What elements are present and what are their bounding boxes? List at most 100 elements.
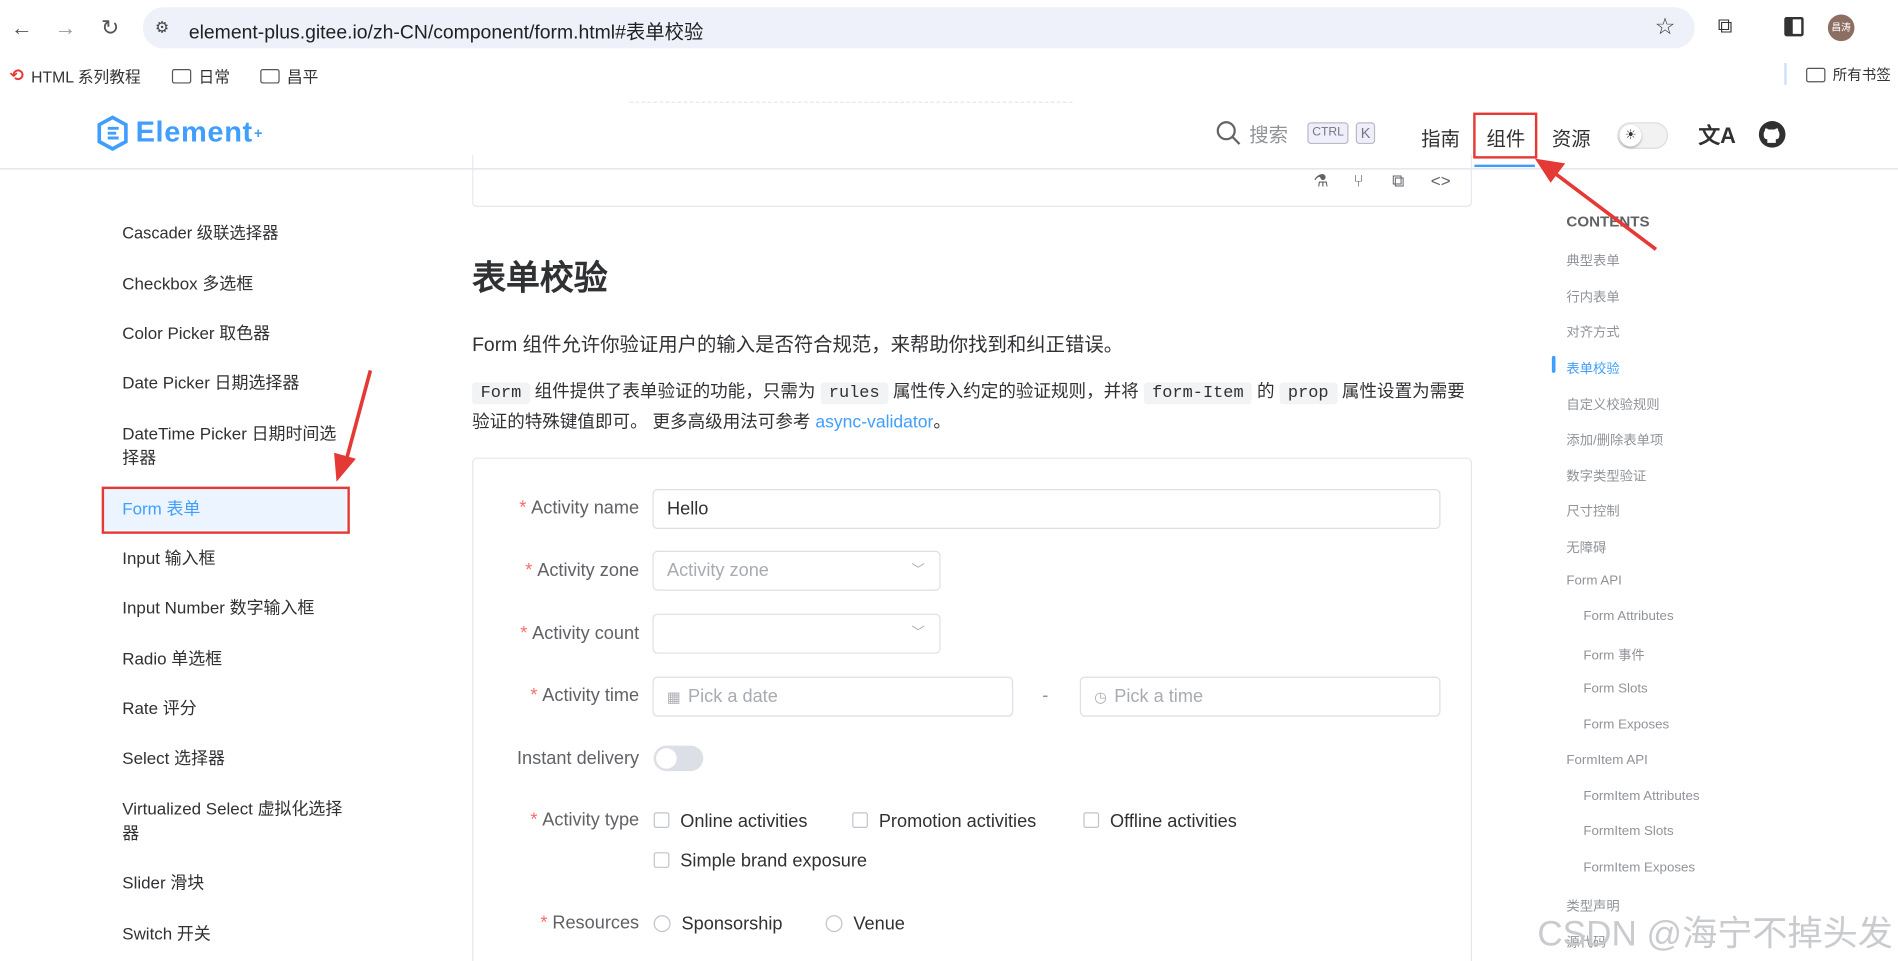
bookmark-folder-daily[interactable]: 日常 — [171, 64, 231, 87]
bookmark-label: HTML 系列教程 — [31, 67, 141, 86]
sidebar-item-cascader[interactable]: Cascader 级联选择器 — [122, 222, 346, 246]
sidebar-item-input-number[interactable]: Input Number 数字输入框 — [122, 596, 346, 620]
sidebar-item-select[interactable]: Select 选择器 — [122, 746, 346, 770]
label-activity-name: * Activity name — [519, 497, 640, 519]
sidebar-item-slider[interactable]: Slider 滑块 — [122, 870, 346, 894]
checkbox-label: Online activities — [680, 811, 808, 832]
toc-item[interactable]: Form Attributes — [1583, 609, 1673, 624]
checkbox-box — [653, 812, 670, 828]
search-label: 搜索 — [1249, 125, 1288, 147]
toc-item[interactable]: Form API — [1566, 574, 1621, 589]
section-intro: Form 组件允许你验证用户的输入是否符合规范，来帮助你找到和纠正错误。 — [472, 335, 1124, 356]
toc-item[interactable]: Form 事件 — [1583, 645, 1644, 664]
watermark: CSDN @海宁不掉头发 — [1537, 915, 1893, 954]
all-bookmarks[interactable]: 所有书签 — [1806, 64, 1891, 85]
toc-item[interactable]: Form Exposes — [1583, 718, 1669, 733]
activity-zone-select[interactable]: Activity zone ﹀ — [652, 550, 941, 591]
toc-heading: CONTENTS — [1566, 213, 1650, 230]
section-title: 表单校验 — [472, 259, 608, 297]
sidebar-item-color-picker[interactable]: Color Picker 取色器 — [122, 321, 346, 345]
sidebar-item-virtualized-select[interactable]: Virtualized Select 虚拟化选择器 — [122, 797, 342, 845]
divider — [629, 101, 1073, 103]
label-text: Activity time — [542, 685, 640, 706]
copy-icon[interactable]: ⧉ — [1392, 171, 1404, 192]
site-info-icon[interactable]: ⚙ — [155, 18, 169, 37]
bookmark-html[interactable]: ⟲ HTML 系列教程 — [10, 64, 141, 87]
element-logo[interactable]: Element + — [97, 115, 263, 151]
placeholder: Pick a time — [1114, 686, 1204, 707]
github-source-icon[interactable]: ⑂ — [1353, 171, 1363, 190]
url-text[interactable]: element-plus.gitee.io/zh-CN/component/fo… — [189, 16, 704, 45]
bookmark-star-icon[interactable]: ☆ — [1655, 13, 1676, 41]
toc-item[interactable]: 添加/删除表单项 — [1566, 430, 1663, 449]
toc-item[interactable]: FormItem Attributes — [1583, 789, 1699, 804]
toc-item[interactable]: FormItem Slots — [1583, 824, 1673, 839]
radio-venue[interactable]: Venue — [825, 914, 905, 935]
sidebar-item-date-picker[interactable]: Date Picker 日期选择器 — [122, 370, 346, 394]
toc-item[interactable]: 无障碍 — [1566, 537, 1606, 556]
toc-item-active[interactable]: 表单校验 — [1566, 358, 1619, 377]
radio-sponsorship[interactable]: Sponsorship — [653, 914, 782, 935]
arrow-to-nav — [1534, 158, 1658, 251]
annotation-box-sidebar — [101, 486, 350, 534]
toc-item[interactable]: 对齐方式 — [1566, 322, 1619, 341]
toc-item[interactable]: 数字类型验证 — [1566, 466, 1646, 485]
label-activity-type: * Activity type — [530, 809, 640, 831]
checkbox-brand-exposure[interactable]: Simple brand exposure — [653, 850, 868, 872]
translate-icon[interactable]: 文A — [1698, 119, 1736, 150]
checkbox-label: Offline activities — [1110, 811, 1237, 832]
bookmark-folder-changping[interactable]: 昌平 — [260, 64, 318, 87]
label-text: Activity count — [532, 623, 640, 644]
back-icon[interactable]: ← — [8, 15, 35, 42]
label-activity-count: * Activity count — [520, 623, 640, 644]
all-bookmarks-label: 所有书签 — [1832, 66, 1891, 84]
async-validator-link[interactable]: async-validator — [815, 413, 933, 432]
toc-item[interactable]: 尺寸控制 — [1566, 501, 1619, 520]
code-icon[interactable]: <> — [1431, 171, 1451, 190]
checkbox-online[interactable]: Online activities — [653, 811, 808, 832]
section-description: Form 组件提供了表单验证的功能，只需为 rules 属性传入约定的验证规则，… — [472, 378, 1477, 437]
desc-text: 属性传入约定的验证规则，并将 — [888, 382, 1144, 402]
nav-resource[interactable]: 资源 — [1552, 122, 1591, 151]
search-button[interactable]: 搜索 CTRL K — [1215, 119, 1376, 148]
time-picker-input[interactable]: ◷ Pick a time — [1079, 676, 1441, 717]
github-icon[interactable] — [1758, 120, 1787, 149]
sidebar-item-rate[interactable]: Rate 评分 — [122, 696, 346, 720]
sidebar-item-switch[interactable]: Switch 开关 — [122, 921, 346, 945]
toc-item[interactable]: FormItem API — [1566, 753, 1647, 768]
toc-item[interactable]: FormItem Exposes — [1583, 861, 1695, 876]
forward-icon[interactable]: → — [52, 15, 79, 42]
chevron-down-icon: ﹀ — [911, 625, 925, 641]
desc-text: 组件提供了表单验证的功能，只需为 — [529, 382, 821, 402]
toc-item[interactable]: 自定义校验规则 — [1566, 395, 1659, 414]
playground-icon[interactable]: ⚗ — [1313, 171, 1328, 192]
bookmark-label: 日常 — [198, 67, 231, 86]
side-panel-icon[interactable] — [1784, 16, 1804, 37]
reload-icon[interactable]: ↻ — [97, 15, 124, 42]
logo-sup: + — [254, 124, 263, 142]
kbd-k: K — [1355, 122, 1376, 145]
switch-knob — [656, 748, 677, 769]
activity-count-select[interactable]: ﹀ — [652, 613, 941, 654]
divider — [1784, 62, 1787, 85]
nav-guide[interactable]: 指南 — [1421, 122, 1460, 151]
extensions-icon[interactable]: ⧉ — [1718, 15, 1733, 39]
sidebar-item-datetime-picker[interactable]: DateTime Picker 日期时间选择器 — [122, 421, 342, 469]
checkbox-promotion[interactable]: Promotion activities — [852, 811, 1036, 832]
activity-name-input[interactable]: Hello — [652, 489, 1441, 529]
clock-icon: ◷ — [1094, 688, 1107, 706]
folder-icon — [1806, 67, 1826, 82]
sidebar-item-input[interactable]: Input 输入框 — [122, 546, 346, 570]
date-picker-input[interactable]: ▦ Pick a date — [652, 676, 1014, 717]
toc-item[interactable]: 行内表单 — [1566, 287, 1619, 306]
sidebar-item-radio[interactable]: Radio 单选框 — [122, 646, 346, 670]
nav-active-indicator — [1474, 164, 1535, 168]
toc-item[interactable]: Form Slots — [1583, 682, 1647, 697]
toc-item[interactable]: 典型表单 — [1566, 251, 1619, 270]
avatar[interactable]: 昌涛 — [1827, 14, 1855, 42]
placeholder: Activity zone — [666, 560, 769, 582]
checkbox-offline[interactable]: Offline activities — [1083, 811, 1237, 832]
sidebar-item-checkbox[interactable]: Checkbox 多选框 — [122, 271, 346, 295]
checkbox-label: Simple brand exposure — [680, 850, 868, 872]
label-resources: * Resources — [540, 912, 640, 934]
